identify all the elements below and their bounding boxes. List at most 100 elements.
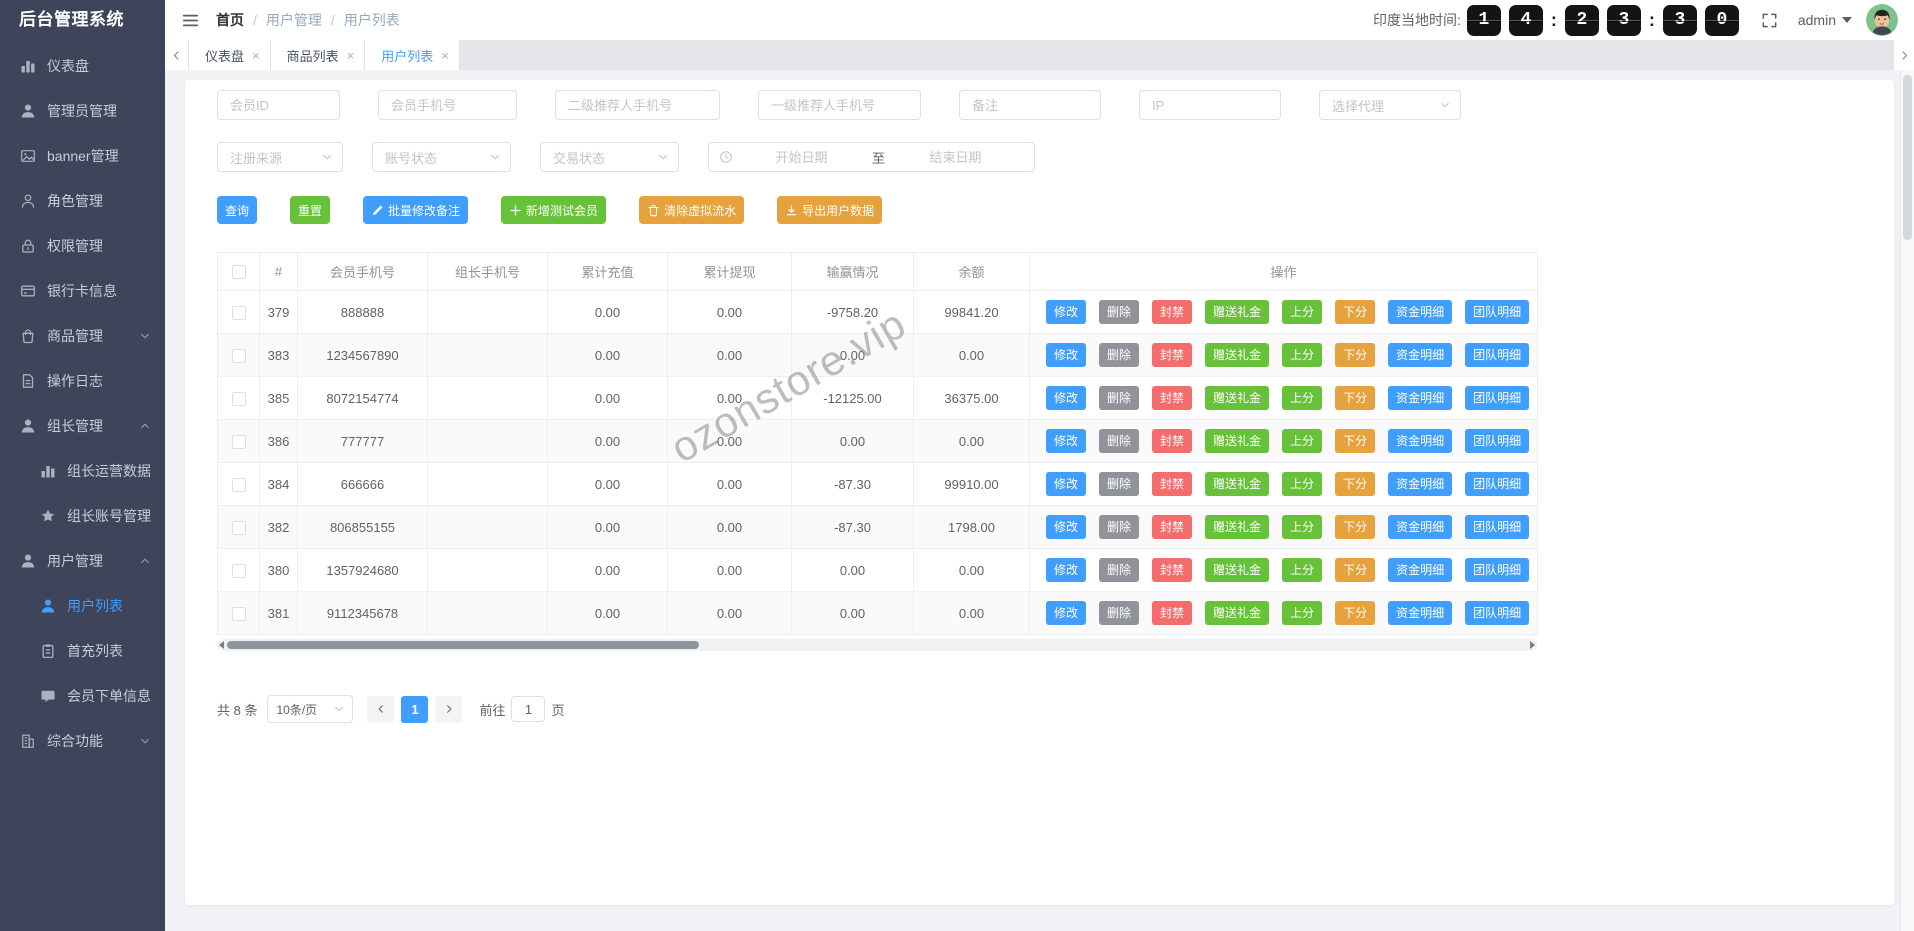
sidebar-item-15[interactable]: 综合功能 — [0, 718, 165, 763]
funds-detail-button[interactable]: 资金明细 — [1388, 342, 1453, 368]
sidebar-item-11[interactable]: 用户管理 — [0, 538, 165, 583]
row-checkbox[interactable] — [231, 348, 246, 363]
tab-0[interactable]: 仪表盘 × — [189, 40, 271, 70]
team-detail-button[interactable]: 团队明细 — [1465, 557, 1530, 583]
scroll-right-arrow-icon[interactable] — [1530, 641, 1535, 649]
agent-select[interactable]: 选择代理 — [1319, 90, 1461, 120]
end-date-input[interactable] — [887, 149, 1025, 165]
export-user-data-button[interactable]: 导出用户数据 — [777, 196, 883, 224]
funds-detail-button[interactable]: 资金明细 — [1388, 600, 1453, 626]
avatar[interactable] — [1866, 4, 1898, 36]
edit-button[interactable]: 修改 — [1046, 471, 1087, 497]
ban-button[interactable]: 封禁 — [1152, 514, 1193, 540]
start-date-input[interactable] — [733, 149, 870, 165]
horizontal-scrollbar-thumb[interactable] — [227, 641, 699, 649]
add-score-button[interactable]: 上分 — [1282, 385, 1323, 411]
reset-button[interactable]: 重置 — [290, 196, 331, 224]
funds-detail-button[interactable]: 资金明细 — [1388, 385, 1453, 411]
funds-detail-button[interactable]: 资金明细 — [1388, 428, 1453, 454]
ban-button[interactable]: 封禁 — [1152, 385, 1193, 411]
edit-button[interactable]: 修改 — [1046, 514, 1087, 540]
add-score-button[interactable]: 上分 — [1282, 557, 1323, 583]
level1-referrer-phone-input[interactable] — [758, 90, 921, 120]
gift-bonus-button[interactable]: 赠送礼金 — [1205, 342, 1270, 368]
gift-bonus-button[interactable]: 赠送礼金 — [1205, 600, 1270, 626]
sidebar-item-8[interactable]: 组长管理 — [0, 403, 165, 448]
horizontal-scrollbar[interactable] — [217, 639, 1537, 651]
edit-button[interactable]: 修改 — [1046, 428, 1087, 454]
sidebar-item-14[interactable]: 会员下单信息 — [0, 673, 165, 718]
gift-bonus-button[interactable]: 赠送礼金 — [1205, 514, 1270, 540]
batch-edit-remark-button[interactable]: 批量修改备注 — [363, 196, 469, 224]
page-1-button[interactable]: 1 — [401, 695, 429, 723]
deduct-score-button[interactable]: 下分 — [1335, 557, 1376, 583]
tabs-scroll-right-button[interactable] — [1893, 40, 1914, 70]
team-detail-button[interactable]: 团队明细 — [1465, 342, 1530, 368]
level2-referrer-phone-input[interactable] — [555, 90, 720, 120]
row-checkbox[interactable] — [231, 434, 246, 449]
goto-page-input[interactable] — [511, 696, 546, 722]
date-range-picker[interactable]: 至 — [708, 142, 1035, 172]
row-checkbox[interactable] — [231, 563, 246, 578]
gift-bonus-button[interactable]: 赠送礼金 — [1205, 557, 1270, 583]
team-detail-button[interactable]: 团队明细 — [1465, 600, 1530, 626]
ban-button[interactable]: 封禁 — [1152, 600, 1193, 626]
row-checkbox[interactable] — [231, 477, 246, 492]
clear-virtual-flow-button[interactable]: 清除虚拟流水 — [639, 196, 745, 224]
hamburger-icon[interactable] — [181, 11, 200, 30]
deduct-score-button[interactable]: 下分 — [1335, 385, 1376, 411]
ban-button[interactable]: 封禁 — [1152, 557, 1193, 583]
sidebar-item-4[interactable]: 权限管理 — [0, 223, 165, 268]
account-status-select[interactable]: 账号状态 — [372, 142, 511, 172]
tab-1[interactable]: 商品列表 × — [270, 40, 366, 70]
scroll-left-arrow-icon[interactable] — [219, 641, 224, 649]
team-detail-button[interactable]: 团队明细 — [1465, 514, 1530, 540]
add-score-button[interactable]: 上分 — [1282, 514, 1323, 540]
gift-bonus-button[interactable]: 赠送礼金 — [1205, 299, 1270, 325]
sidebar-item-2[interactable]: banner管理 — [0, 133, 165, 178]
add-score-button[interactable]: 上分 — [1282, 428, 1323, 454]
sidebar-item-13[interactable]: 首充列表 — [0, 628, 165, 673]
ip-input[interactable] — [1139, 90, 1281, 120]
page-size-select[interactable]: 10条/页 — [267, 695, 354, 723]
deduct-score-button[interactable]: 下分 — [1335, 299, 1376, 325]
edit-button[interactable]: 修改 — [1046, 342, 1087, 368]
delete-button[interactable]: 删除 — [1099, 428, 1140, 454]
add-score-button[interactable]: 上分 — [1282, 600, 1323, 626]
vertical-scrollbar[interactable] — [1900, 70, 1914, 931]
sidebar-item-3[interactable]: 角色管理 — [0, 178, 165, 223]
team-detail-button[interactable]: 团队明细 — [1465, 428, 1530, 454]
funds-detail-button[interactable]: 资金明细 — [1388, 514, 1453, 540]
breadcrumb-home[interactable]: 首页 — [216, 10, 244, 30]
add-score-button[interactable]: 上分 — [1282, 299, 1323, 325]
close-icon[interactable]: × — [441, 49, 449, 62]
ban-button[interactable]: 封禁 — [1152, 471, 1193, 497]
edit-button[interactable]: 修改 — [1046, 299, 1087, 325]
trade-status-select[interactable]: 交易状态 — [540, 142, 679, 172]
delete-button[interactable]: 删除 — [1099, 471, 1140, 497]
team-detail-button[interactable]: 团队明细 — [1465, 471, 1530, 497]
fullscreen-icon[interactable] — [1761, 12, 1778, 29]
row-checkbox[interactable] — [231, 606, 246, 621]
sidebar-item-6[interactable]: 商品管理 — [0, 313, 165, 358]
select-all-checkbox[interactable] — [231, 265, 246, 280]
sidebar-item-5[interactable]: 银行卡信息 — [0, 268, 165, 313]
deduct-score-button[interactable]: 下分 — [1335, 428, 1376, 454]
edit-button[interactable]: 修改 — [1046, 600, 1087, 626]
funds-detail-button[interactable]: 资金明细 — [1388, 299, 1453, 325]
search-button[interactable]: 查询 — [217, 196, 258, 224]
username[interactable]: admin — [1798, 12, 1836, 28]
gift-bonus-button[interactable]: 赠送礼金 — [1205, 385, 1270, 411]
row-checkbox[interactable] — [231, 305, 246, 320]
deduct-score-button[interactable]: 下分 — [1335, 600, 1376, 626]
remark-input[interactable] — [959, 90, 1101, 120]
delete-button[interactable]: 删除 — [1099, 385, 1140, 411]
member-phone-input[interactable] — [378, 90, 517, 120]
deduct-score-button[interactable]: 下分 — [1335, 342, 1376, 368]
edit-button[interactable]: 修改 — [1046, 385, 1087, 411]
next-page-button[interactable] — [435, 695, 463, 723]
delete-button[interactable]: 删除 — [1099, 600, 1140, 626]
delete-button[interactable]: 删除 — [1099, 514, 1140, 540]
ban-button[interactable]: 封禁 — [1152, 428, 1193, 454]
sidebar-item-7[interactable]: 操作日志 — [0, 358, 165, 403]
